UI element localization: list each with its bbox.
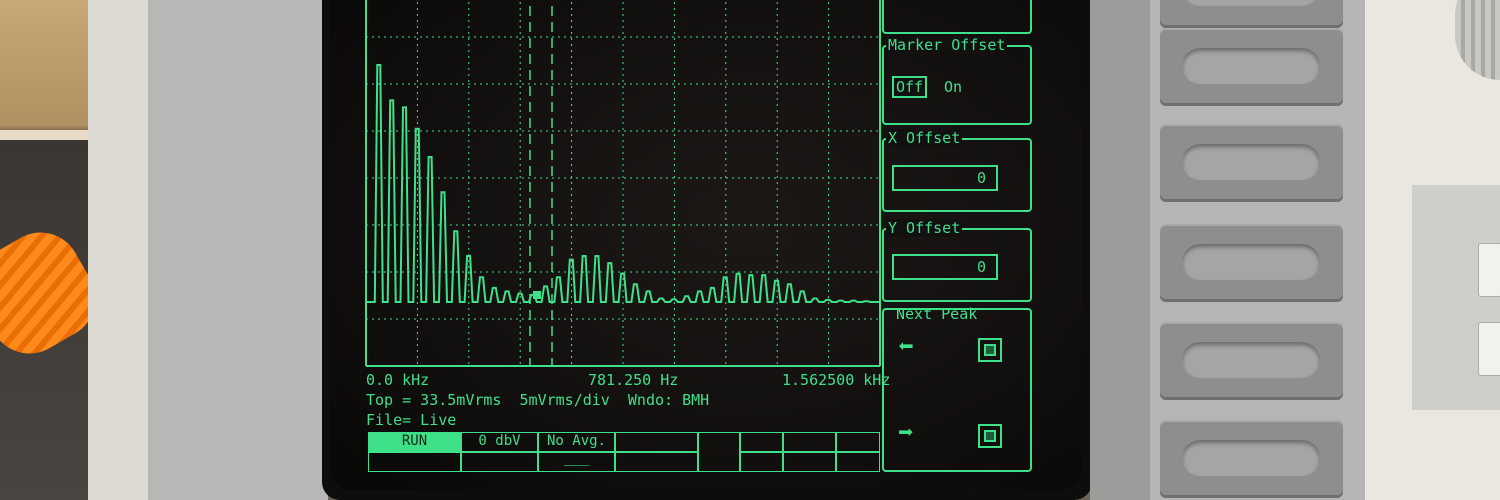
softkey-3[interactable] — [1160, 124, 1343, 202]
x-offset-title: X Offset — [886, 129, 963, 147]
marker-lines — [529, 0, 553, 366]
averaging-status: No Avg. — [538, 432, 615, 452]
softkey-5[interactable] — [1160, 322, 1343, 400]
left-arrow-icon[interactable]: ⬅ — [898, 334, 914, 360]
status-cell-blank — [836, 452, 880, 472]
softkey-1[interactable] — [1160, 0, 1343, 28]
x-offset-field[interactable]: 0 — [892, 165, 998, 191]
marker-offset-title: Marker Offset — [886, 36, 1008, 54]
shelf-edge — [0, 130, 90, 140]
x-end-label: 1.562500 kHz — [782, 371, 891, 389]
status-cell-blank — [615, 432, 698, 452]
status-cell-blank — [615, 452, 698, 472]
ref-level: 0 dbV — [461, 432, 538, 452]
status-cell-blank — [836, 432, 880, 452]
y-offset-title: Y Offset — [886, 219, 963, 237]
instrument-bezel — [88, 0, 148, 500]
x-start-label: 0.0 kHz — [366, 371, 430, 389]
softkey-2[interactable] — [1160, 28, 1343, 106]
file-info: File= Live — [366, 411, 457, 429]
run-status[interactable]: RUN — [368, 432, 461, 452]
next-peak-left-key-icon[interactable] — [978, 338, 1002, 362]
menu-box-top-partial — [882, 0, 1032, 34]
status-cell-blank — [783, 432, 836, 452]
x-center-label: 781.250 Hz — [588, 371, 679, 389]
y-offset-field[interactable]: 0 — [892, 254, 998, 280]
marker-dot — [533, 291, 541, 299]
status-cell-blank — [783, 452, 836, 472]
front-panel-key[interactable] — [1478, 243, 1500, 297]
instrument-right-panel — [1412, 185, 1500, 410]
next-peak-title: Next Peak — [896, 305, 978, 323]
right-arrow-icon[interactable]: ➡ — [898, 420, 914, 446]
averaging-sub: ___ — [538, 451, 615, 472]
front-panel-key[interactable] — [1478, 322, 1500, 376]
crt-display: 0.0 kHz 781.250 Hz 1.562500 kHz Top = 33… — [330, 0, 1082, 490]
next-peak-right-key-icon[interactable] — [978, 424, 1002, 448]
instrument-side-panel — [148, 0, 328, 500]
marker-offset-off[interactable]: Off — [892, 76, 928, 98]
scale-info: Top = 33.5mVrms 5mVrms/div Wndo: BMH — [366, 391, 710, 409]
status-cell-blank — [368, 452, 461, 472]
status-cell-blank — [740, 432, 783, 452]
status-cell-blank — [461, 452, 538, 472]
softkey-6[interactable] — [1160, 420, 1343, 498]
status-cell-blank — [698, 432, 740, 472]
softkey-4[interactable] — [1160, 224, 1343, 302]
plot-grid — [365, 0, 881, 367]
marker-offset-on[interactable]: On — [944, 79, 962, 95]
status-cell-blank — [740, 452, 783, 472]
